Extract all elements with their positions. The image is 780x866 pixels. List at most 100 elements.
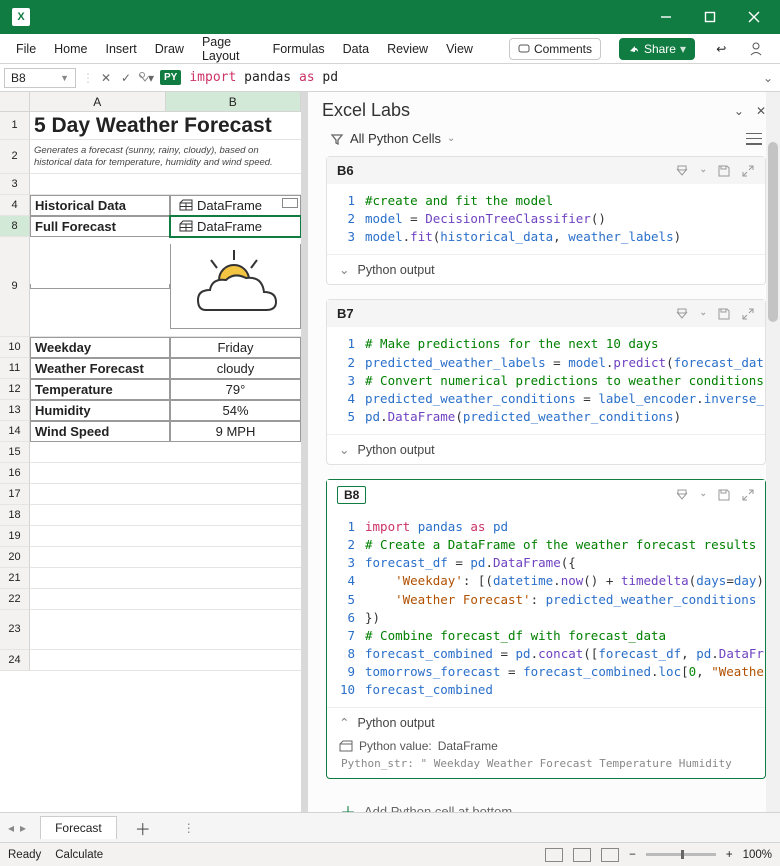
row-header[interactable]: 21 bbox=[0, 568, 30, 589]
row-header[interactable]: 17 bbox=[0, 484, 30, 505]
pane-scrollbar[interactable] bbox=[766, 92, 780, 812]
maximize-button[interactable] bbox=[688, 0, 732, 34]
cell-b11[interactable]: cloudy bbox=[170, 358, 301, 379]
row-header[interactable]: 9 bbox=[0, 237, 30, 337]
view-pagelayout-icon[interactable] bbox=[573, 848, 591, 862]
code-editor[interactable]: 1import pandas as pd2# Create a DataFram… bbox=[327, 510, 765, 707]
close-button[interactable] bbox=[732, 0, 776, 34]
save-icon[interactable] bbox=[717, 488, 731, 502]
share-label: Share bbox=[644, 42, 676, 56]
row-header[interactable]: 3 bbox=[0, 174, 30, 195]
ribbon-tab-draw[interactable]: Draw bbox=[155, 42, 184, 56]
row-header[interactable]: 11 bbox=[0, 358, 30, 379]
row-header[interactable]: 16 bbox=[0, 463, 30, 484]
cell-b10[interactable]: Friday bbox=[170, 337, 301, 358]
formula-input[interactable]: import pandas as pd bbox=[183, 68, 758, 87]
ribbon-tab-file[interactable]: File bbox=[16, 42, 36, 56]
output-mode-icon[interactable] bbox=[675, 488, 689, 502]
row-header[interactable]: 10 bbox=[0, 337, 30, 358]
worksheet-grid[interactable]: A B 15 Day Weather Forecast 2Generates a… bbox=[0, 92, 308, 812]
row-header[interactable]: 14 bbox=[0, 421, 30, 442]
cell-a14[interactable]: Wind Speed bbox=[30, 421, 170, 442]
expand-icon[interactable] bbox=[741, 164, 755, 178]
zoom-in-button[interactable]: + bbox=[726, 849, 733, 861]
card-cellref[interactable]: B8 bbox=[337, 486, 366, 504]
row-header[interactable]: 1 bbox=[0, 112, 30, 140]
expand-icon[interactable] bbox=[741, 488, 755, 502]
card-cellref[interactable]: B6 bbox=[337, 163, 354, 178]
row-header[interactable]: 12 bbox=[0, 379, 30, 400]
comments-button[interactable]: Comments bbox=[509, 38, 601, 60]
name-box[interactable]: B8▼ bbox=[4, 68, 76, 88]
sheet-tab-forecast[interactable]: Forecast bbox=[40, 816, 117, 839]
fx-menu-icon[interactable]: ▾ bbox=[138, 70, 154, 86]
filter-dropdown[interactable]: All Python Cells ⌄ bbox=[330, 131, 455, 146]
zoom-level[interactable]: 100% bbox=[743, 849, 772, 861]
row-header[interactable]: 8 bbox=[0, 216, 30, 237]
formula-expand-icon[interactable]: ⌄ bbox=[760, 70, 776, 86]
account-icon[interactable] bbox=[748, 38, 764, 60]
col-header-a[interactable]: A bbox=[30, 92, 166, 111]
output-mode-icon[interactable] bbox=[675, 307, 689, 321]
code-editor[interactable]: 1#create and fit the model2model = Decis… bbox=[327, 184, 765, 254]
cell-a13[interactable]: Humidity bbox=[30, 400, 170, 421]
view-pagebreak-icon[interactable] bbox=[601, 848, 619, 862]
sheet-menu-icon[interactable]: ⋮ bbox=[169, 821, 209, 835]
cell-b14[interactable]: 9 MPH bbox=[170, 421, 301, 442]
col-header-b[interactable]: B bbox=[166, 92, 302, 111]
add-python-cell-button[interactable]: ＋ Add Python cell at bottom bbox=[326, 793, 766, 812]
save-icon[interactable] bbox=[717, 307, 731, 321]
enter-icon[interactable]: ✓ bbox=[118, 70, 134, 86]
cell-b8[interactable]: DataFrame bbox=[170, 216, 301, 237]
cell-a4[interactable]: Historical Data bbox=[30, 195, 170, 216]
card-icon[interactable] bbox=[282, 198, 298, 208]
row-header[interactable]: 18 bbox=[0, 505, 30, 526]
cell-a10[interactable]: Weekday bbox=[30, 337, 170, 358]
ribbon-tab-view[interactable]: View bbox=[446, 42, 473, 56]
row-header[interactable]: 2 bbox=[0, 140, 30, 174]
status-calculate[interactable]: Calculate bbox=[55, 849, 103, 861]
share-button[interactable]: Share ▾ bbox=[619, 38, 695, 60]
zoom-slider[interactable] bbox=[646, 853, 716, 856]
row-header[interactable]: 15 bbox=[0, 442, 30, 463]
cell-a8[interactable]: Full Forecast bbox=[30, 216, 170, 237]
ribbon-tab-insert[interactable]: Insert bbox=[106, 42, 137, 56]
row-header[interactable]: 20 bbox=[0, 547, 30, 568]
sheet-nav[interactable]: ◂▸ bbox=[0, 821, 34, 835]
ribbon-tab-formulas[interactable]: Formulas bbox=[273, 42, 325, 56]
select-all-corner[interactable] bbox=[0, 92, 30, 111]
cell-b4[interactable]: DataFrame bbox=[170, 195, 301, 216]
cell-a11[interactable]: Weather Forecast bbox=[30, 358, 170, 379]
card-cellref[interactable]: B7 bbox=[337, 306, 354, 321]
add-sheet-button[interactable]: ＋ bbox=[117, 816, 169, 840]
row-header[interactable]: 13 bbox=[0, 400, 30, 421]
row-header[interactable]: 24 bbox=[0, 650, 30, 671]
python-output-toggle[interactable]: ⌄Python output bbox=[327, 254, 765, 284]
minimize-button[interactable] bbox=[644, 0, 688, 34]
ribbon-tab-home[interactable]: Home bbox=[54, 42, 87, 56]
row-header[interactable]: 19 bbox=[0, 526, 30, 547]
row-header[interactable]: 4 bbox=[0, 195, 30, 216]
ribbon-tab-review[interactable]: Review bbox=[387, 42, 428, 56]
python-output-toggle[interactable]: ⌃Python output bbox=[327, 707, 765, 737]
cancel-icon[interactable]: ✕ bbox=[98, 70, 114, 86]
history-icon[interactable]: ↩ bbox=[713, 38, 729, 60]
cell-b13[interactable]: 54% bbox=[170, 400, 301, 421]
cell-a12[interactable]: Temperature bbox=[30, 379, 170, 400]
ribbon-tab-data[interactable]: Data bbox=[343, 42, 369, 56]
zoom-out-button[interactable]: − bbox=[629, 849, 636, 861]
ribbon-tab-pagelayout[interactable]: Page Layout bbox=[202, 35, 255, 63]
code-editor[interactable]: 1# Make predictions for the next 10 days… bbox=[327, 327, 765, 434]
pane-menu-icon[interactable] bbox=[746, 133, 762, 145]
pane-close-icon[interactable]: ✕ bbox=[756, 104, 766, 118]
save-icon[interactable] bbox=[717, 164, 731, 178]
cell-b12[interactable]: 79° bbox=[170, 379, 301, 400]
row-header[interactable]: 23 bbox=[0, 610, 30, 650]
view-normal-icon[interactable] bbox=[545, 848, 563, 862]
excel-logo-icon: X bbox=[12, 8, 30, 26]
row-header[interactable]: 22 bbox=[0, 589, 30, 610]
output-mode-icon[interactable] bbox=[675, 164, 689, 178]
expand-icon[interactable] bbox=[741, 307, 755, 321]
python-output-toggle[interactable]: ⌄Python output bbox=[327, 434, 765, 464]
pane-collapse-icon[interactable]: ⌄ bbox=[734, 104, 744, 118]
